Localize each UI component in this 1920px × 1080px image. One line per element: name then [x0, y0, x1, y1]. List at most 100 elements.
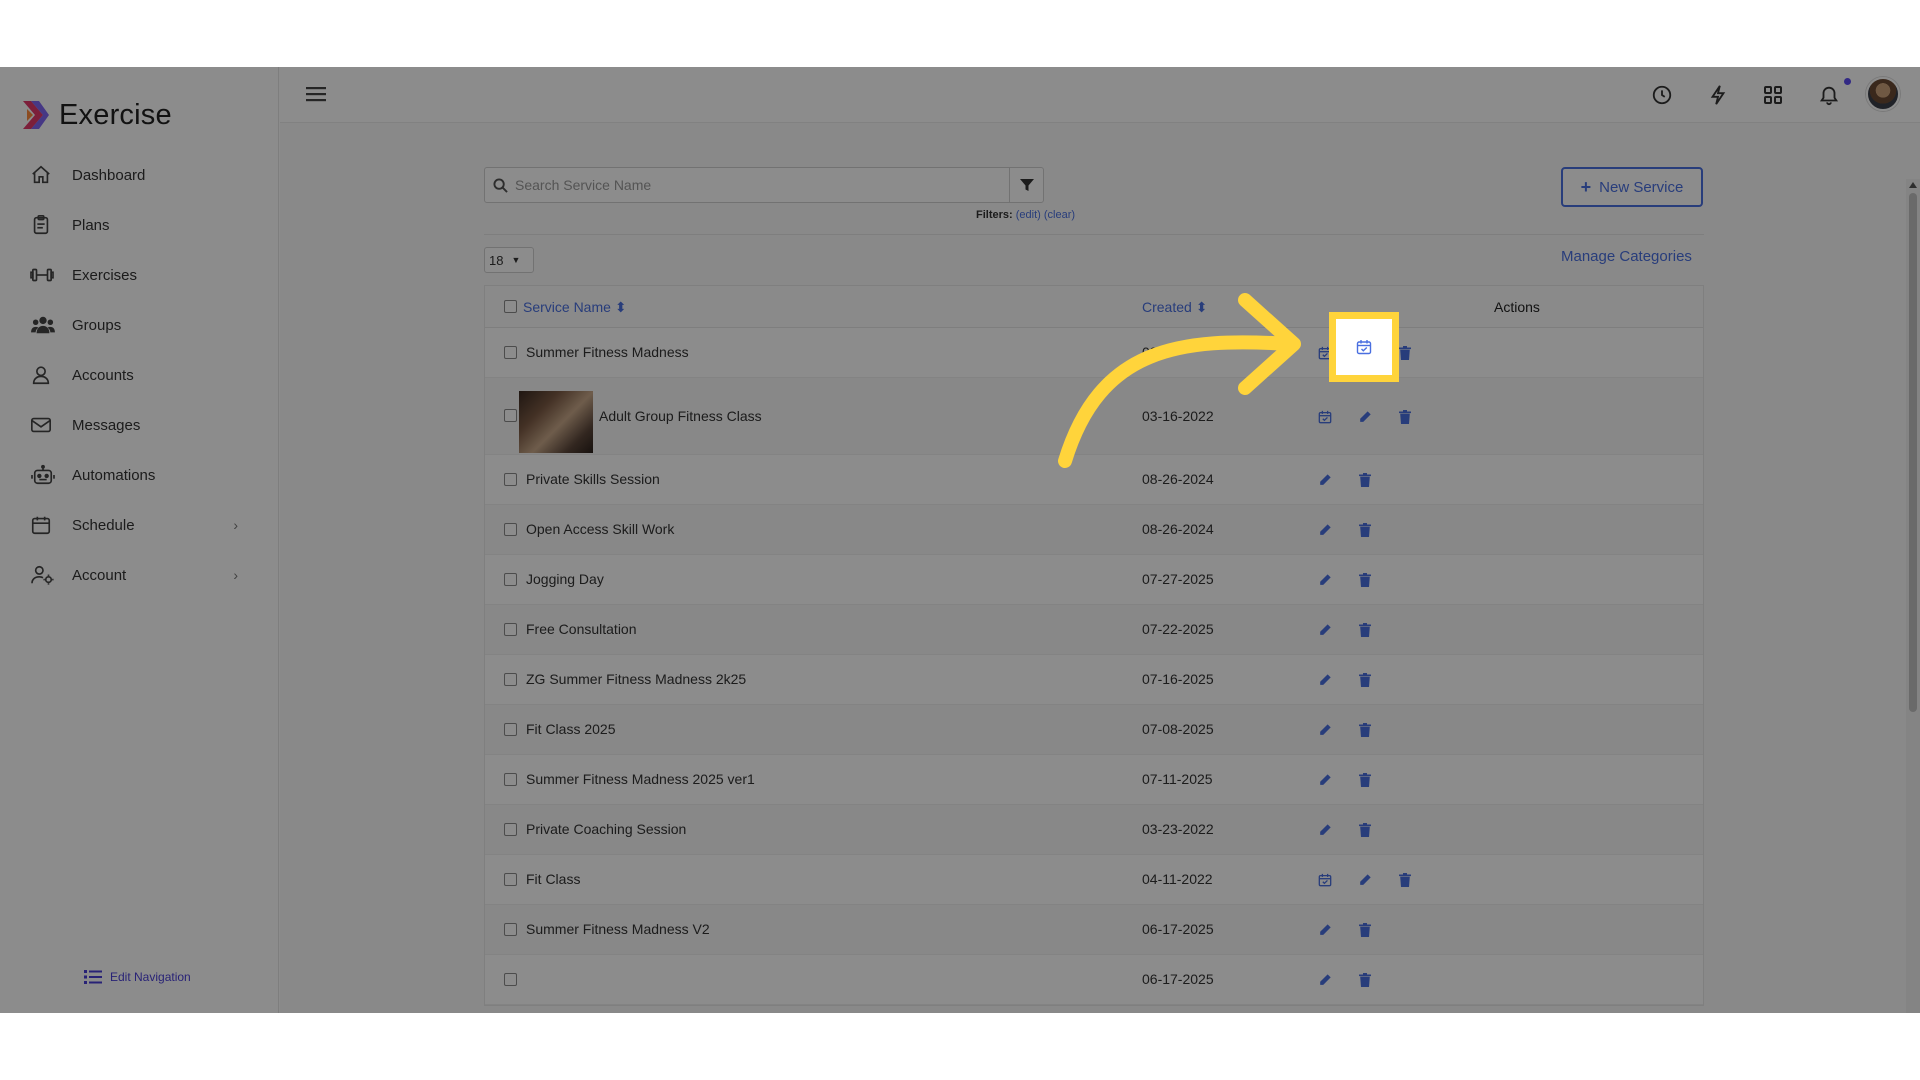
hamburger-menu-icon[interactable] — [306, 85, 326, 108]
scrollbar-thumb[interactable] — [1909, 193, 1917, 712]
row-checkbox[interactable] — [504, 923, 517, 936]
pencil-icon — [1320, 624, 1331, 635]
sidebar-item-plans[interactable]: Plans — [30, 207, 250, 243]
edit-button[interactable] — [1315, 520, 1335, 540]
sort-service-name[interactable]: Service Name ⬍ — [523, 299, 627, 316]
delete-button[interactable] — [1355, 820, 1375, 840]
service-name[interactable]: Summer Fitness Madness — [526, 344, 689, 360]
delete-button[interactable] — [1355, 920, 1375, 940]
trash-icon — [1359, 923, 1371, 937]
highlighted-calendar-button[interactable] — [1336, 319, 1392, 375]
delete-button[interactable] — [1395, 407, 1415, 427]
calendar-check-icon — [1318, 410, 1332, 424]
edit-button[interactable] — [1315, 620, 1335, 640]
schedule-button[interactable] — [1315, 870, 1335, 890]
edit-button[interactable] — [1355, 870, 1375, 890]
sidebar-item-label: Groups — [72, 316, 122, 334]
avatar[interactable] — [1866, 77, 1900, 111]
sort-created[interactable]: Created ⬍ — [1142, 299, 1207, 316]
row-checkbox[interactable] — [504, 523, 517, 536]
pencil-icon — [1320, 724, 1331, 735]
new-service-button[interactable]: + New Service — [1561, 167, 1703, 207]
apps-grid-icon[interactable] — [1761, 83, 1785, 107]
bell-icon[interactable] — [1817, 83, 1841, 107]
row-checkbox[interactable] — [504, 473, 517, 486]
filter-button[interactable] — [1009, 168, 1043, 202]
table-row: 06-17-2025 — [485, 955, 1703, 1005]
service-name[interactable]: ZG Summer Fitness Madness 2k25 — [526, 671, 746, 687]
delete-button[interactable] — [1355, 570, 1375, 590]
edit-navigation-link[interactable]: Edit Navigation — [84, 969, 191, 985]
sidebar-item-dashboard[interactable]: Dashboard — [30, 157, 250, 193]
edit-button[interactable] — [1315, 670, 1335, 690]
history-icon[interactable] — [1650, 83, 1674, 107]
service-name[interactable]: Summer Fitness Madness 2025 ver1 — [526, 771, 755, 787]
service-name[interactable]: Free Consultation — [526, 621, 637, 637]
delete-button[interactable] — [1355, 670, 1375, 690]
created-date: 07-11-2025 — [1142, 771, 1213, 787]
table-body: Summer Fitness Madness 08 Adult Group Fitn… — [485, 328, 1703, 1005]
sidebar-item-account[interactable]: Account › — [30, 557, 250, 593]
edit-button[interactable] — [1315, 570, 1335, 590]
row-checkbox[interactable] — [504, 346, 517, 359]
row-checkbox[interactable] — [504, 823, 517, 836]
scrollbar[interactable] — [1906, 179, 1920, 1013]
app-logo[interactable]: Exercise — [19, 99, 172, 131]
filters-clear-link[interactable]: (clear) — [1044, 209, 1075, 221]
edit-button[interactable] — [1315, 770, 1335, 790]
sidebar-item-groups[interactable]: Groups — [30, 307, 250, 343]
delete-button[interactable] — [1355, 970, 1375, 990]
sidebar-item-exercises[interactable]: Exercises — [30, 257, 250, 293]
row-checkbox[interactable] — [504, 409, 517, 422]
sidebar-item-label: Schedule — [72, 516, 135, 534]
pencil-icon — [1320, 474, 1331, 485]
sidebar-item-messages[interactable]: Messages — [30, 407, 250, 443]
service-name[interactable]: Private Skills Session — [526, 471, 660, 487]
sidebar-item-label: Automations — [72, 466, 156, 484]
pencil-icon — [1320, 524, 1331, 535]
row-checkbox[interactable] — [504, 773, 517, 786]
created-date: 07-16-2025 — [1142, 671, 1214, 687]
edit-button[interactable] — [1315, 970, 1335, 990]
sidebar-item-accounts[interactable]: Accounts — [30, 357, 250, 393]
service-name[interactable]: Private Coaching Session — [526, 821, 686, 837]
delete-button[interactable] — [1355, 720, 1375, 740]
row-checkbox[interactable] — [504, 723, 517, 736]
service-name[interactable]: Fit Class — [526, 871, 580, 887]
service-name[interactable]: Jogging Day — [526, 571, 604, 587]
users-icon — [30, 313, 58, 337]
select-all-checkbox[interactable] — [504, 300, 517, 313]
service-name[interactable]: Summer Fitness Madness V2 — [526, 921, 710, 937]
service-name[interactable]: Fit Class 2025 — [526, 721, 615, 737]
row-checkbox[interactable] — [504, 673, 517, 686]
delete-button[interactable] — [1355, 620, 1375, 640]
scroll-up-arrow[interactable] — [1909, 182, 1917, 188]
delete-button[interactable] — [1395, 870, 1415, 890]
page-size-select[interactable]: 18 ▼ — [484, 247, 534, 273]
logo-icon — [23, 101, 49, 129]
row-checkbox[interactable] — [504, 873, 517, 886]
trash-icon — [1399, 873, 1411, 887]
search-input[interactable] — [515, 177, 1009, 193]
sidebar-item-label: Account — [72, 566, 127, 584]
service-name[interactable]: Open Access Skill Work — [526, 521, 674, 537]
edit-button[interactable] — [1315, 720, 1335, 740]
delete-button[interactable] — [1355, 470, 1375, 490]
calendar-check-icon — [1356, 340, 1372, 355]
row-checkbox[interactable] — [504, 623, 517, 636]
filters-edit-link[interactable]: (edit) — [1016, 209, 1041, 221]
row-checkbox[interactable] — [504, 573, 517, 586]
edit-button[interactable] — [1315, 820, 1335, 840]
bolt-icon[interactable] — [1706, 83, 1730, 107]
row-checkbox[interactable] — [504, 973, 517, 986]
schedule-button[interactable] — [1315, 407, 1335, 427]
edit-button[interactable] — [1315, 470, 1335, 490]
delete-button[interactable] — [1355, 520, 1375, 540]
service-name[interactable]: Adult Group Fitness Class — [599, 408, 762, 424]
edit-button[interactable] — [1355, 407, 1375, 427]
sidebar-item-schedule[interactable]: Schedule › — [30, 507, 250, 543]
edit-button[interactable] — [1315, 920, 1335, 940]
delete-button[interactable] — [1355, 770, 1375, 790]
sidebar-item-automations[interactable]: Automations — [30, 457, 250, 493]
manage-categories-link[interactable]: Manage Categories — [1561, 248, 1692, 265]
